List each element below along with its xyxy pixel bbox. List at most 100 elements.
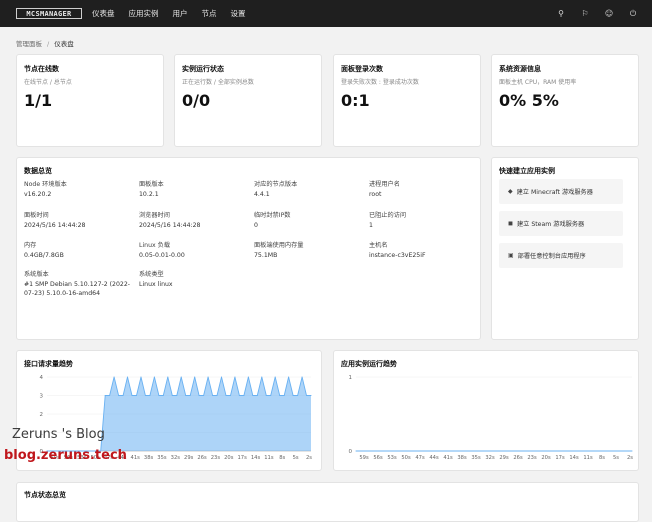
- data-point: [467, 450, 469, 452]
- data-point: [274, 376, 276, 378]
- stat-value: 0% 5%: [499, 91, 559, 110]
- top-navbar: MCSMANAGER 仪表盘 应用实例 用户 节点 设置 ⚲ ⚐ ☺ ⏻: [0, 0, 652, 27]
- data-point: [180, 376, 182, 378]
- data-point: [580, 450, 582, 452]
- data-point: [207, 376, 209, 378]
- data-point: [458, 450, 460, 452]
- x-tick-label: 38s: [457, 455, 467, 461]
- overview-label: 系统类型: [139, 271, 164, 278]
- y-tick-label: 4: [40, 375, 44, 381]
- data-point: [216, 395, 218, 396]
- breadcrumb: 管理面板 / 仪表盘: [16, 38, 74, 48]
- app-logo[interactable]: MCSMANAGER: [16, 8, 82, 19]
- cubes-icon: ◆: [508, 188, 513, 195]
- data-point: [194, 376, 196, 378]
- data-point: [453, 450, 455, 452]
- x-tick-label: 2s: [627, 455, 633, 461]
- data-point: [104, 395, 106, 396]
- data-point: [556, 450, 558, 452]
- data-point: [189, 395, 191, 396]
- breadcrumb-separator: /: [47, 40, 50, 48]
- user-icon[interactable]: ☺: [604, 9, 614, 18]
- data-point: [472, 450, 474, 452]
- x-tick-label: 56s: [373, 455, 383, 461]
- logout-icon[interactable]: ⏻: [628, 9, 638, 19]
- nav-settings[interactable]: 设置: [231, 8, 246, 19]
- instance-trend-chart: 1 0 59s 56s 53s 50s 47s 44s 41s 38s 35s 32s 29s 26s 23…: [349, 375, 634, 461]
- y-tick-label: 3: [40, 394, 44, 400]
- x-tick-label: 2s: [306, 455, 312, 461]
- overview-value: 2024/5/16 14:44:28: [24, 222, 86, 229]
- stat-card-instances: 实例运行状态 正在运行数 / 全部实例总数 0/0: [174, 54, 322, 147]
- nav-instances[interactable]: 应用实例: [129, 8, 159, 19]
- button-label: 建立 Minecraft 游戏服务器: [516, 189, 593, 196]
- language-icon[interactable]: ⚐: [580, 9, 590, 18]
- x-tick-label: 8s: [599, 455, 605, 461]
- data-point: [537, 450, 539, 452]
- data-point: [491, 450, 493, 452]
- data-point: [449, 450, 451, 452]
- nav-users[interactable]: 用户: [173, 8, 188, 19]
- instance-trend-card: 应用实例运行趋势 1 0 59s 56s 53s 50s 47s 44s 41s 38s 35s 32…: [333, 350, 639, 471]
- data-point: [364, 450, 366, 452]
- data-point: [158, 395, 160, 396]
- data-point: [109, 395, 111, 396]
- data-point: [547, 450, 549, 452]
- data-point: [397, 450, 399, 452]
- overview-value: 1: [369, 222, 373, 229]
- x-tick-label: 59s: [359, 455, 369, 461]
- data-point: [570, 450, 572, 452]
- data-point: [297, 395, 299, 396]
- x-tick-label: 29s: [184, 455, 194, 461]
- topbar-actions: ⚲ ⚐ ☺ ⏻: [542, 0, 638, 27]
- data-point: [247, 376, 249, 378]
- data-point: [439, 450, 441, 452]
- data-point: [622, 450, 624, 452]
- data-point: [252, 395, 254, 396]
- overview-value: 2024/5/16 14:44:28: [139, 222, 201, 229]
- data-overview-card: 数据总览 Node 环境版本 v16.20.2 面板版本 10.2.1 对应的节…: [16, 157, 481, 340]
- x-tick-label: 14s: [251, 455, 261, 461]
- x-tick-label: 44s: [429, 455, 439, 461]
- data-point: [256, 395, 258, 396]
- create-steam-button[interactable]: ◼ 建立 Steam 游戏服务器: [499, 211, 623, 236]
- y-tick-label: 2: [40, 412, 44, 418]
- data-point: [176, 395, 178, 396]
- data-point: [500, 450, 502, 452]
- button-label: 部署任意控制台应用程序: [517, 253, 586, 260]
- overview-label: 浏览器时间: [139, 212, 170, 219]
- x-tick-label: 53s: [387, 455, 397, 461]
- main-nav: 仪表盘 应用实例 用户 节点 设置: [92, 8, 260, 19]
- data-point: [509, 450, 511, 452]
- palette-icon[interactable]: ⚲: [556, 9, 566, 18]
- data-point: [135, 395, 137, 396]
- overview-label: 内存: [24, 242, 37, 249]
- x-tick-label: 17s: [555, 455, 565, 461]
- data-point: [355, 450, 357, 452]
- overview-label: 面板端使用内存量: [254, 242, 304, 249]
- nav-nodes[interactable]: 节点: [202, 8, 217, 19]
- data-point: [131, 395, 133, 396]
- data-point: [411, 450, 413, 452]
- x-tick-label: 41s: [131, 455, 141, 461]
- quick-create-title: 快速建立应用实例: [499, 167, 555, 175]
- data-point: [542, 450, 544, 452]
- data-point: [430, 450, 432, 452]
- stat-value: 1/1: [24, 91, 53, 110]
- overview-value: v16.20.2: [24, 191, 52, 198]
- data-point: [369, 450, 371, 452]
- overview-value: 0.05-0.01-0.00: [139, 252, 185, 259]
- watermark-url: blog.zeruns.tech: [4, 448, 127, 463]
- x-tick-label: 47s: [415, 455, 425, 461]
- deploy-console-app-button[interactable]: ▣ 部署任意控制台应用程序: [499, 243, 623, 268]
- create-minecraft-button[interactable]: ◆ 建立 Minecraft 游戏服务器: [499, 179, 623, 204]
- overview-label: 进程用户名: [369, 181, 400, 188]
- data-point: [612, 450, 614, 452]
- x-tick-label: 38s: [144, 455, 154, 461]
- data-point: [533, 450, 535, 452]
- nav-dashboard[interactable]: 仪表盘: [92, 8, 115, 19]
- overview-value: 10.2.1: [139, 191, 159, 198]
- breadcrumb-root[interactable]: 管理面板: [16, 40, 42, 48]
- data-point: [221, 376, 223, 378]
- data-point: [265, 395, 267, 396]
